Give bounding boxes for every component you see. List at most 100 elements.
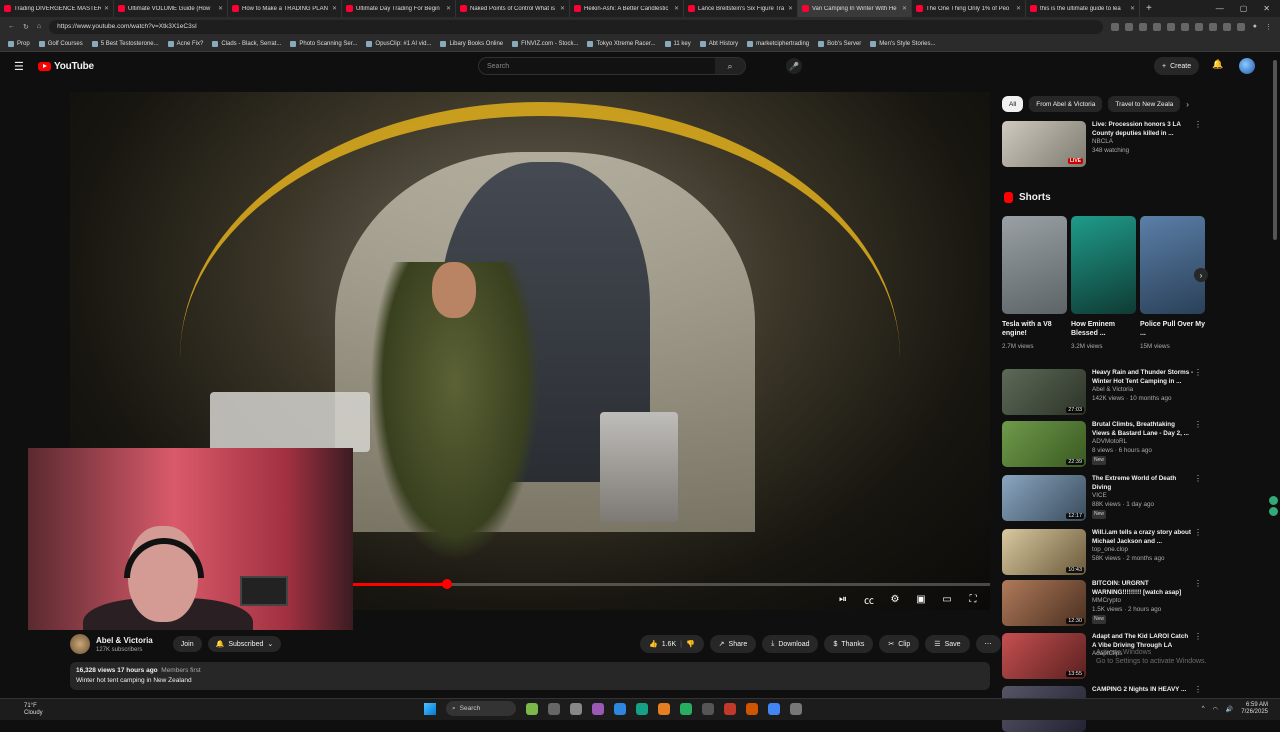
hamburger-menu-icon[interactable]: ☰ [14,60,26,73]
edge-icon[interactable] [636,702,648,715]
refresh-icon[interactable]: ↻ [23,23,29,31]
app-icon[interactable] [724,702,736,715]
more-actions-button[interactable]: ⋯ [975,635,1001,653]
bookmark-item[interactable]: Libary Books Online [440,40,503,47]
side-icon[interactable] [1269,496,1278,505]
create-button[interactable]: + Create [1154,57,1200,75]
recommendation-channel[interactable]: MMCrypto [1092,597,1194,606]
short-thumbnail[interactable] [1071,216,1136,314]
close-tab-icon[interactable]: ✕ [104,5,109,12]
more-options-icon[interactable]: ⋮ [1194,632,1202,642]
browser-tab[interactable]: The One Thing Only 1% of Peo ✕ [912,0,1026,17]
voice-search-icon[interactable]: 🎤 [786,58,802,74]
video-thumbnail[interactable]: 22:39 [1002,421,1086,467]
captions-icon[interactable]: ㏄ [862,593,876,607]
video-thumbnail[interactable]: 12:17 [1002,475,1086,521]
thumbs-down-icon[interactable]: 👎 [686,640,695,648]
clip-button[interactable]: ✂ Clip [879,635,920,653]
live-channel[interactable]: NBCLA [1092,138,1194,147]
weather-widget[interactable]: 71°F Cloudy [24,703,43,717]
app-icon[interactable] [746,702,758,715]
miniplayer-icon[interactable]: ▣ [914,593,928,605]
recommendation-title[interactable]: The Extreme World of Death Diving [1092,475,1194,492]
browser-tab[interactable]: Trading DIVERGENCE MASTERC ✕ [0,0,114,17]
channel-name[interactable]: Abel & Victoria [96,636,153,645]
search-input[interactable]: Search [479,63,715,70]
recommendation-title[interactable]: BITCOIN: URGRNT WARNING!!!!!!!!! [watch … [1092,580,1194,597]
bookmark-item[interactable]: Golf Courses [38,40,83,47]
recommendation-channel[interactable]: Abel & Victoria [1092,386,1194,395]
new-tab-button[interactable]: + [1140,3,1158,14]
account-avatar[interactable] [1239,58,1255,74]
close-tab-icon[interactable]: ✕ [674,5,679,12]
more-options-icon[interactable]: ⋮ [1194,685,1202,695]
recommendation-item[interactable]: 10:43 Will.i.am tells a crazy story about… [1002,528,1202,575]
video-thumbnail[interactable]: 12:30 [1002,580,1086,626]
youtube-logo[interactable]: YouTube [38,61,94,72]
app-icon[interactable] [592,702,604,715]
more-options-icon[interactable]: ⋮ [1194,120,1202,130]
page-scrollbar[interactable] [1273,60,1277,240]
recommendation-title[interactable]: Will.i.am tells a crazy story about Mich… [1092,529,1194,546]
video-thumbnail[interactable]: 10:43 [1002,529,1086,575]
app-icon[interactable] [526,702,538,715]
video-thumbnail[interactable]: 27:03 [1002,369,1086,415]
bookmark-item[interactable]: FINVIZ.com - Stock... [512,40,578,47]
share-button[interactable]: ↗ Share [709,635,757,653]
short-item[interactable]: How Eminem Blessed ... 3.2M views [1071,216,1136,350]
save-button[interactable]: ☰ Save [925,635,970,653]
app-icon[interactable] [790,702,802,715]
extension-icon[interactable] [1138,22,1147,31]
bookmark-item[interactable]: OpusClip: #1 AI vid... [366,40,431,47]
minimize-icon[interactable]: — [1216,4,1224,13]
recommendation-channel[interactable]: ADVMotoRL [1092,438,1194,447]
short-title[interactable]: Police Pull Over My ... [1140,320,1205,340]
app-icon[interactable] [702,702,714,715]
short-item[interactable]: Police Pull Over My ... 15M views [1140,216,1205,350]
like-button[interactable]: 👍 1.6K | 👎 [640,635,704,653]
side-icon[interactable] [1269,507,1278,516]
browser-tab[interactable]: Ultimate VOLUME Guide (How ✕ [114,0,228,17]
volume-icon[interactable]: 🔊 [1226,706,1233,713]
bookmark-item[interactable]: Prop [8,40,30,47]
short-item[interactable]: Tesla with a V8 engine! 2.7M views [1002,216,1067,350]
profile-icon[interactable]: ● [1253,23,1257,30]
bookmark-item[interactable]: 5 Best Testosterone... [91,40,159,47]
search-box[interactable]: Search ⌕ [478,57,746,75]
browser-tab[interactable]: How to Make a TRADING PLAN ✕ [228,0,342,17]
settings-gear-icon[interactable]: ⚙ [888,593,902,605]
recommendation-title[interactable]: CAMPING 2 Nights IN HEAVY ... [1092,686,1194,695]
autoplay-toggle-icon[interactable]: ⏯ [836,593,850,605]
extension-icon[interactable] [1124,22,1133,31]
close-tab-icon[interactable]: ✕ [902,5,907,12]
download-button[interactable]: ⤓ Download [762,635,819,653]
extension-icon[interactable] [1152,22,1161,31]
subscribed-button[interactable]: 🔔 Subscribed ⌄ [207,636,282,652]
taskbar-search[interactable]: ⌕ Search [446,701,516,716]
browser-tab[interactable]: Heikin-Ashi: A Better Candlestic ✕ [570,0,684,17]
recommendation-channel[interactable]: VICE [1092,492,1194,501]
recommendation-item[interactable]: 22:39 Brutal Climbs, Breathtaking Views &… [1002,420,1202,467]
live-thumbnail[interactable]: LIVE [1002,121,1086,167]
bookmark-item[interactable]: marketciphertrading [747,40,809,47]
close-tab-icon[interactable]: ✕ [332,5,337,12]
recommendation-title[interactable]: Heavy Rain and Thunder Storms - Winter H… [1092,369,1194,386]
close-tab-icon[interactable]: ✕ [1016,5,1021,12]
short-thumbnail[interactable] [1002,216,1067,314]
recommendation-channel[interactable]: top_one.clop [1092,546,1194,555]
close-tab-icon[interactable]: ✕ [1130,5,1135,12]
short-thumbnail[interactable] [1140,216,1205,314]
browser-tab[interactable]: Naked Points of Control What is ✕ [456,0,570,17]
more-options-icon[interactable]: ⋮ [1194,474,1202,484]
bookmark-item[interactable]: 11 key [664,40,691,47]
thanks-button[interactable]: $ Thanks [824,635,874,653]
firefox-icon[interactable] [658,702,670,715]
windows-start-icon[interactable] [424,702,436,715]
fullscreen-icon[interactable]: ⛶ [966,593,980,605]
app-icon[interactable] [548,702,560,715]
back-icon[interactable]: ← [8,23,15,30]
more-options-icon[interactable]: ⋮ [1194,579,1202,589]
extension-icon[interactable] [1208,22,1217,31]
more-options-icon[interactable]: ⋮ [1194,420,1202,430]
bookmark-item[interactable]: Abt History [699,40,738,47]
